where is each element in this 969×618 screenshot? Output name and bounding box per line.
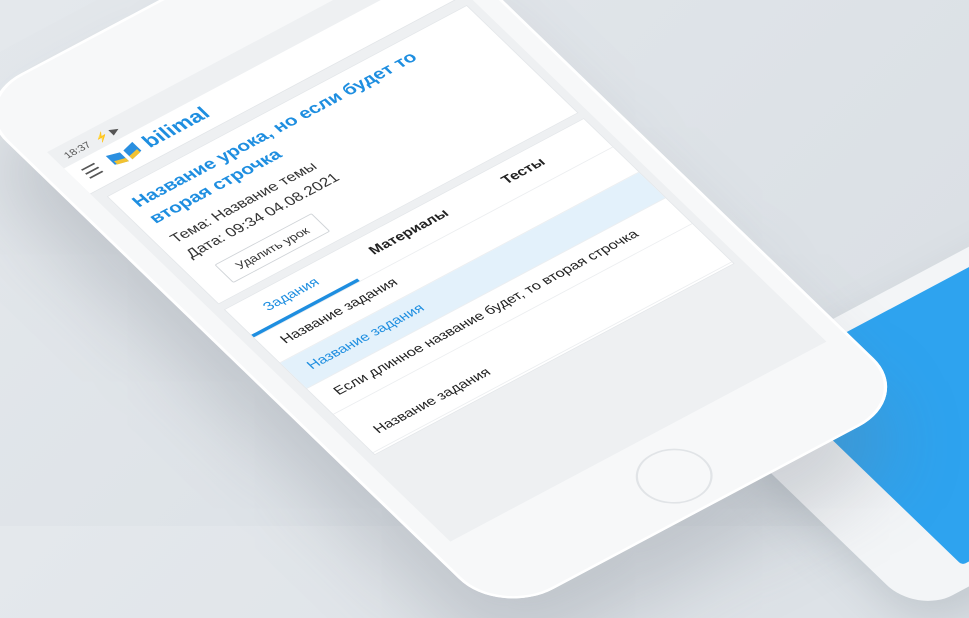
bilimal-logo [105,141,142,165]
tab-tests[interactable]: Тесты [498,155,549,187]
device-scene: 18:37 ⚡ ▶ ☰ bilimal Название урока, но е… [0,0,969,618]
home-button[interactable] [620,437,728,515]
hamburger-icon[interactable]: ☰ [78,160,108,182]
phone-body: 18:37 ⚡ ▶ ☰ bilimal Название урока, но е… [0,0,915,618]
phone-screen: 18:37 ⚡ ▶ ☰ bilimal Название урока, но е… [47,0,827,542]
